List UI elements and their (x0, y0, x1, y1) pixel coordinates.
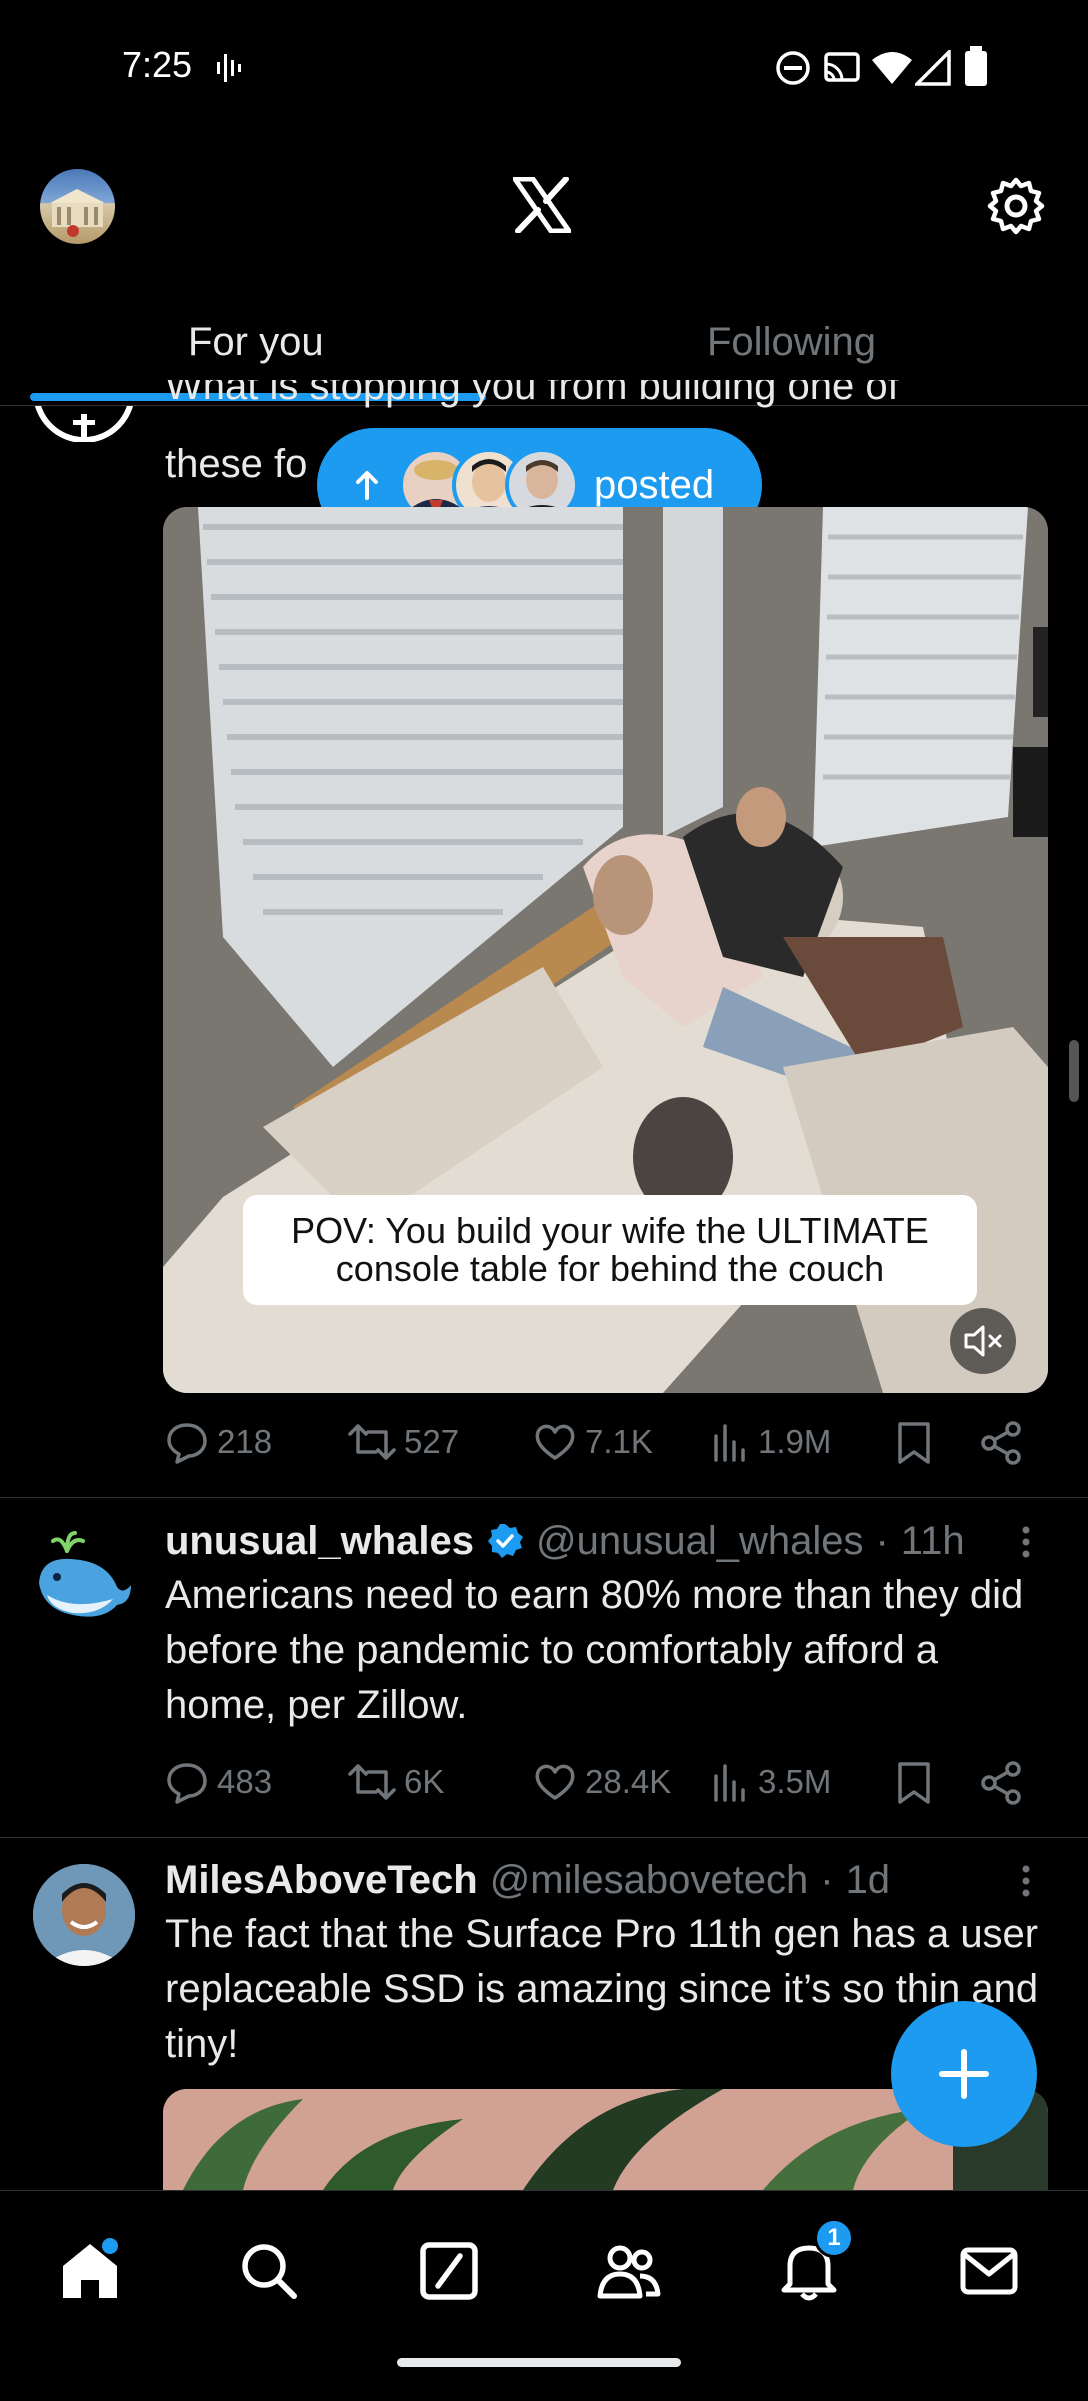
heart-icon (535, 1424, 575, 1460)
like-count: 28.4K (585, 1763, 672, 1800)
top-bar (0, 130, 1088, 280)
battery-icon (965, 46, 987, 86)
tweet2-header: unusual_whales @unusual_whales · 11h (165, 1516, 1025, 1566)
share-icon[interactable] (979, 1420, 1025, 1466)
scrollbar-thumb[interactable] (1069, 1040, 1079, 1102)
mute-button[interactable] (950, 1308, 1016, 1374)
tweet3-dot: · (820, 1857, 834, 1902)
bar-chart-icon (714, 1424, 745, 1462)
x-logo-icon[interactable] (513, 177, 571, 233)
repost-count: 6K (404, 1763, 445, 1800)
like-action[interactable]: 7.1K (533, 1420, 653, 1464)
status-bar: 7:25 (0, 0, 1088, 130)
tweet3-avatar[interactable] (33, 1864, 135, 1966)
tweet1-actions: 218 527 7.1K 1.9M (165, 1420, 1045, 1470)
bookmark-icon[interactable] (894, 1760, 934, 1806)
more-options-icon[interactable] (1018, 1524, 1034, 1560)
person-avatar-image (33, 1864, 135, 1966)
tweet2-text: Americans need to earn 80% more than the… (165, 1573, 1024, 1727)
tweet-divider (0, 1497, 1088, 1498)
cell-signal-icon (915, 50, 951, 86)
repost-icon (348, 1764, 396, 1800)
reply-count: 483 (217, 1763, 273, 1800)
reply-icon (167, 1423, 207, 1464)
nav-home[interactable] (55, 2236, 125, 2306)
nav-grok[interactable] (414, 2236, 484, 2306)
tweet2-avatar[interactable] (33, 1527, 135, 1629)
reply-action[interactable]: 483 (165, 1760, 272, 1804)
repost-action[interactable]: 6K (348, 1760, 444, 1804)
nav-notifications[interactable]: 1 (774, 2218, 854, 2306)
arrow-up-icon (356, 471, 378, 500)
gesture-handle[interactable] (397, 2358, 681, 2367)
reply-icon (167, 1763, 207, 1804)
heart-icon (535, 1764, 575, 1800)
share-icon[interactable] (979, 1760, 1025, 1806)
bookmark-icon[interactable] (894, 1420, 934, 1466)
notifications-badge: 1 (814, 2218, 854, 2258)
tweet1-text-line2: these fo (165, 442, 308, 486)
repost-count: 527 (404, 1423, 460, 1460)
tweet2-author-name[interactable]: unusual_whales (165, 1519, 474, 1564)
views-action[interactable]: 3.5M (710, 1760, 831, 1804)
like-count: 7.1K (585, 1423, 653, 1460)
tweet1-text-line1: What is stopping you from building one o… (165, 380, 899, 408)
nav-messages[interactable] (954, 2236, 1024, 2306)
tab-following[interactable]: Following (707, 320, 876, 365)
search-icon (242, 2244, 297, 2299)
cast-icon (824, 52, 860, 82)
tweet2-handle[interactable]: @unusual_whales (536, 1519, 863, 1564)
reply-count: 218 (217, 1423, 273, 1460)
video-caption: POV: You build your wife the ULTIMATE co… (243, 1195, 977, 1305)
plus-icon (939, 2049, 989, 2099)
do-not-disturb-icon (776, 51, 810, 85)
view-count: 1.9M (758, 1423, 832, 1460)
gear-icon[interactable] (986, 176, 1046, 236)
tweet2-actions: 483 6K 28.4K 3.5M (165, 1760, 1045, 1810)
tweet2-dot: · (875, 1518, 889, 1563)
wifi-icon (872, 52, 912, 84)
bottom-nav: 1 (0, 2190, 1088, 2401)
tweet1-text-line1-clip: What is stopping you from building one o… (165, 380, 1065, 410)
nav-communities[interactable] (594, 2236, 664, 2306)
communities-icon (597, 2245, 661, 2299)
volume-muted-icon (964, 1325, 1002, 1357)
tweet3-header: MilesAboveTech @milesabovetech · 1d (165, 1855, 1025, 1905)
status-time: 7:25 (122, 44, 193, 85)
tweet3-time: 1d (845, 1857, 891, 1902)
reply-action[interactable]: 218 (165, 1420, 272, 1464)
views-action[interactable]: 1.9M (710, 1420, 831, 1464)
building-image (50, 189, 105, 237)
tweet1-avatar[interactable] (33, 406, 135, 442)
home-new-dot (102, 2238, 118, 2254)
like-action[interactable]: 28.4K (533, 1760, 671, 1804)
repost-action[interactable]: 527 (348, 1420, 459, 1464)
mail-icon (960, 2247, 1018, 2295)
tweet-divider (0, 1837, 1088, 1838)
tweet2-time: 11h (900, 1518, 965, 1563)
more-options-icon[interactable] (1018, 1863, 1034, 1899)
new-posts-label: posted (594, 462, 715, 507)
cross-logo-icon (34, 406, 134, 442)
tweet3-handle[interactable]: @milesabovetech (490, 1858, 809, 1903)
verified-badge-icon (487, 1524, 523, 1558)
grok-icon (420, 2242, 478, 2300)
voice-wave-icon (217, 54, 241, 82)
compose-fab[interactable] (891, 2001, 1037, 2147)
tab-for-you[interactable]: For you (188, 320, 324, 365)
profile-avatar[interactable] (40, 169, 115, 244)
nav-search[interactable] (234, 2236, 304, 2306)
view-count: 3.5M (758, 1763, 832, 1800)
bar-chart-icon (714, 1764, 745, 1802)
whale-icon (39, 1531, 131, 1617)
repost-icon (348, 1424, 396, 1460)
tweet1-video[interactable]: POV: You build your wife the ULTIMATE co… (163, 507, 1048, 1393)
tweet3-author-name[interactable]: MilesAboveTech (165, 1858, 478, 1903)
